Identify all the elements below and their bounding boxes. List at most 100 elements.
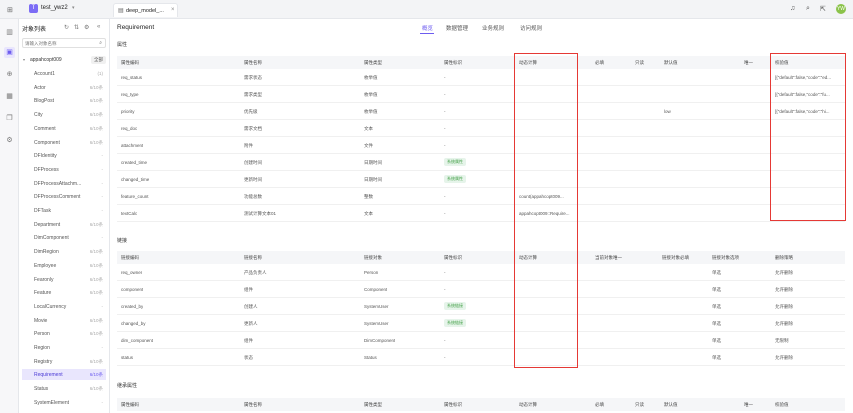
export-icon[interactable]: ⇱ [820, 5, 826, 13]
object-list-item[interactable]: Registry 6/10条 [22, 356, 106, 367]
tab-overview[interactable]: 概览 [422, 24, 433, 32]
object-list-item[interactable]: Employee 6/10条 [22, 260, 106, 271]
table-row[interactable]: component 组件 Component - 单选 允许删除 [117, 281, 845, 298]
system-tag: 系统链接 [444, 302, 466, 310]
table-icon[interactable]: ▦ [4, 91, 15, 102]
object-list-item[interactable]: BlogPost 6/10条 [22, 95, 106, 106]
settings-icon[interactable]: ⚙ [4, 135, 15, 146]
bell-icon[interactable]: ♫ [790, 5, 795, 12]
close-icon[interactable]: × [171, 7, 175, 13]
link-option: 单选 [712, 304, 721, 309]
object-list-item[interactable]: DFTask - [22, 205, 106, 216]
object-list-item[interactable]: Person 6/10条 [22, 328, 106, 339]
object-count: 6/10条 [89, 139, 103, 145]
object-list-item[interactable]: Actor 6/10条 [22, 82, 106, 93]
table-row[interactable]: changed_time 更新时间 日期时间 系统属性 [117, 171, 845, 188]
links-table-header: 链接编码 链接名称 链接对象 属性标识 动态计算 当前对象唯一 链接对象必填 链… [117, 251, 845, 264]
flow-icon[interactable]: ⊕ [4, 69, 15, 80]
chevron-down-icon[interactable]: ▾ [23, 57, 25, 62]
chevron-down-icon[interactable]: ▾ [72, 5, 75, 11]
attr-flag: - [444, 194, 446, 199]
refresh-icon[interactable]: ↻ [64, 24, 69, 31]
object-count: - [101, 153, 104, 159]
object-list-item[interactable]: Comment 6/10条 [22, 123, 106, 134]
object-list-item[interactable]: DFProcess - [22, 164, 106, 175]
table-row[interactable]: changed_by 更新人 SystemUser 系统链接 单选 允许删除 [117, 315, 845, 332]
object-list-item[interactable]: DFIdentity - [22, 150, 106, 161]
tab-business-rules[interactable]: 业务规则 [482, 24, 504, 32]
object-list-item[interactable]: Account1 (1) [22, 68, 106, 79]
object-name: DFProcess [34, 166, 59, 173]
table-row[interactable]: created_time 创建时间 日期时间 系统属性 [117, 154, 845, 171]
col-header: 属性类型 [364, 60, 382, 65]
object-count: 6/10条 [89, 84, 103, 90]
collapse-icon[interactable]: « [97, 24, 100, 30]
object-list-item[interactable]: Fearonly 6/10条 [22, 274, 106, 285]
table-row[interactable]: feature_count 功能总数 整数 - count(appahcopt009..… [117, 188, 845, 205]
object-list-item[interactable]: DimComponent - [22, 232, 106, 243]
object-list-item[interactable]: Region - [22, 342, 106, 353]
object-list-item[interactable]: DFProcessAttachm... - [22, 178, 106, 189]
table-row[interactable]: status 状态 Status - 单选 允许删除 [117, 349, 845, 366]
object-name: Fearonly [34, 276, 54, 283]
object-list-item[interactable]: Department 6/10条 [22, 219, 106, 230]
attr-name: 需求类型 [244, 92, 262, 97]
object-list-item[interactable]: Status 6/10条 [22, 383, 106, 394]
col-header: 属性标识 [444, 402, 462, 407]
link-code: component [121, 287, 144, 292]
search-icon[interactable]: ⌕ [806, 5, 810, 13]
inherited-section-label: 继承属性 [117, 383, 138, 389]
link-object: SystemUser [364, 321, 389, 326]
attr-type: 文本 [364, 211, 373, 216]
grid-icon[interactable]: ⊞ [7, 6, 13, 14]
object-name: DFTask [34, 208, 51, 214]
book-icon[interactable]: ▥ [4, 27, 15, 38]
object-name: Actor [34, 84, 46, 91]
table-row[interactable]: created_by 创建人 SystemUser 系统链接 单选 允许删除 [117, 298, 845, 315]
object-count: - [101, 194, 104, 200]
col-header: 属性标识 [444, 60, 462, 65]
table-row[interactable]: req_status 需求状态 枚举值 - [{"default":false,"cod… [117, 69, 845, 86]
page-title: Requirement [117, 24, 155, 31]
object-list-icon[interactable]: ▣ [4, 47, 15, 58]
link-name: 产品负责人 [244, 270, 267, 275]
object-list-item[interactable]: LocalCurrency - [22, 301, 106, 312]
table-row[interactable]: req_doc 需求文档 文本 - [117, 120, 845, 137]
object-root-node[interactable]: ▾ appahcopt009 全部 [22, 56, 106, 65]
table-row[interactable]: priority 优先级 枚举值 - low [{"default":false,"cod… [117, 103, 845, 120]
col-header: 唯一 [744, 60, 753, 65]
copy-icon[interactable]: ❐ [4, 113, 15, 124]
settings-icon[interactable]: ⚙ [84, 24, 89, 31]
columns-icon[interactable]: ⇅ [74, 24, 79, 31]
table-row[interactable]: req_type 需求类型 枚举值 - [{"default":false,"code"… [117, 86, 845, 103]
tab-deep-model[interactable]: ▤ deep_model_... × [113, 3, 178, 17]
attr-flag: - [444, 126, 446, 131]
attributes-section-label: 属性 [117, 42, 128, 48]
search-icon[interactable]: ⌕ [99, 40, 102, 46]
table-row[interactable]: attachment 附件 文件 - [117, 137, 845, 154]
project-logo[interactable]: T [29, 4, 38, 13]
object-list-item[interactable]: Component 6/10条 [22, 137, 106, 148]
object-list-item[interactable]: DimRegion 6/10条 [22, 246, 106, 257]
table-row[interactable]: req_owner 产品负责人 Person - 单选 允许删除 [117, 264, 845, 281]
avatar[interactable]: YW [836, 4, 846, 14]
object-list-item[interactable]: SystemElement - [22, 397, 106, 408]
object-name: Account1 [34, 71, 55, 77]
attr-type: 枚举值 [364, 92, 378, 97]
object-search-input[interactable] [25, 40, 93, 47]
tab-data-management[interactable]: 数据管理 [446, 24, 468, 32]
object-list-item[interactable]: City 6/10条 [22, 109, 106, 120]
active-tab-underline [420, 33, 434, 34]
object-list-item[interactable]: DFProcessComment - [22, 191, 106, 202]
object-list-item[interactable]: Movie 6/10条 [22, 315, 106, 326]
col-header: 默认值 [664, 402, 678, 407]
tab-access-rules[interactable]: 访问规则 [520, 24, 542, 32]
attr-type: 枚举值 [364, 109, 378, 114]
object-list-item[interactable]: Requirement 6/10条 [22, 369, 106, 381]
object-list-item[interactable]: Feature 6/10条 [22, 287, 106, 298]
col-header: 唯一 [744, 402, 753, 407]
table-row[interactable]: textCalc 测试计算文本01 文本 - appahcopt009::Require… [117, 205, 845, 222]
table-row[interactable]: dim_component 组件 DimComponent - 单选 无限制 [117, 332, 845, 349]
project-name[interactable]: test_ywz2 [41, 5, 68, 11]
object-name: Comment [34, 125, 56, 132]
